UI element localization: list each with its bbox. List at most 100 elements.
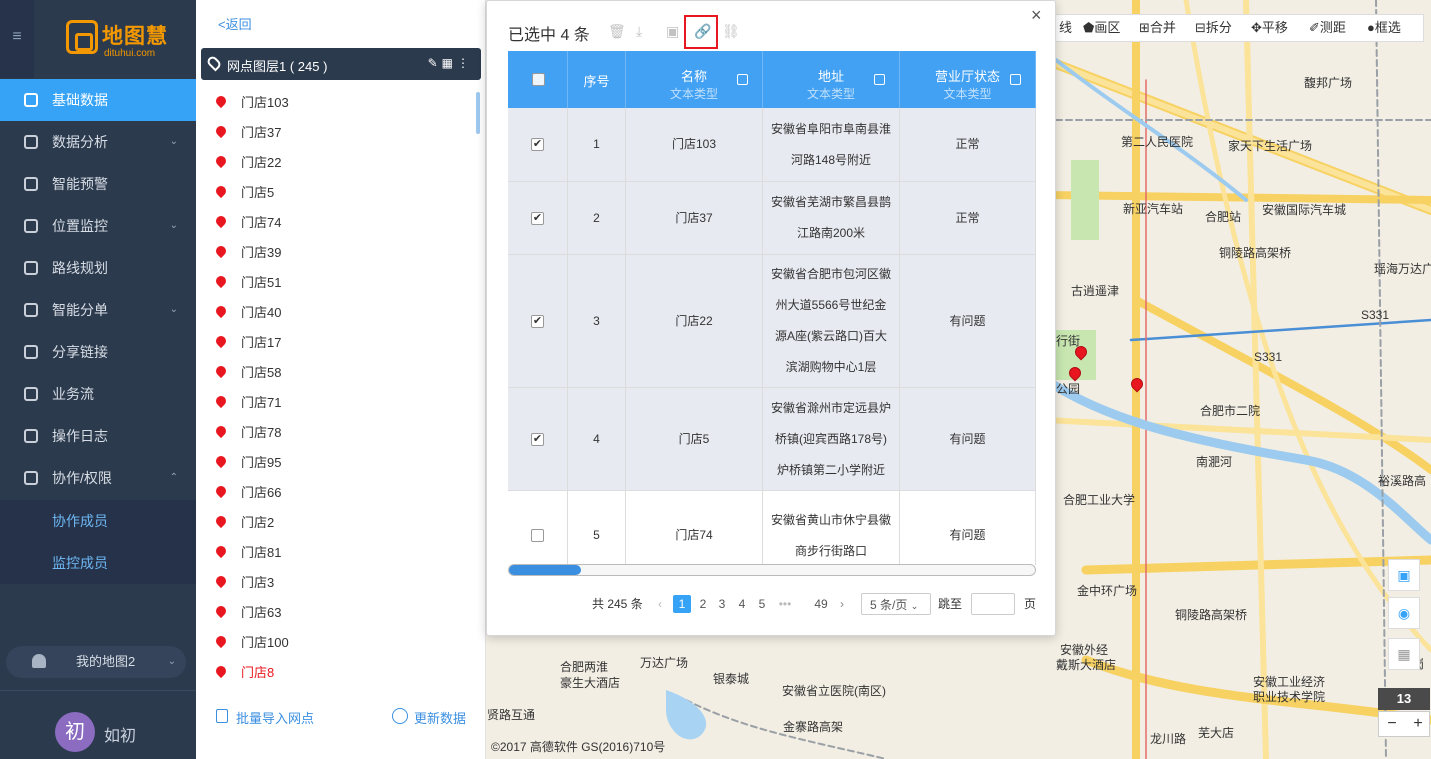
map-tool-label: 框选	[1374, 20, 1401, 35]
back-link[interactable]: <返回	[218, 14, 252, 33]
save-icon[interactable]: ▣	[1388, 559, 1420, 591]
map-tool-4[interactable]: ⊟拆分	[1195, 15, 1232, 41]
my-map-selector[interactable]: 我的地图2 ⌄	[6, 646, 186, 678]
nav-item-10[interactable]: 协作/权限 ⌃	[0, 457, 196, 499]
user-name[interactable]: 如初	[104, 722, 136, 746]
filter-icon[interactable]	[874, 74, 885, 85]
eye-icon[interactable]: ◉	[1388, 597, 1420, 629]
page-1[interactable]: 1	[673, 595, 691, 613]
list-item[interactable]: 门店100	[212, 628, 289, 658]
edit-icon[interactable]: ▣	[666, 23, 682, 41]
page-3[interactable]: 3	[713, 595, 731, 613]
store-name: 门店74	[241, 215, 282, 230]
list-item[interactable]: 门店58	[212, 358, 281, 388]
map-tool-7[interactable]: ●框选	[1367, 15, 1401, 41]
sub-item-2[interactable]: 监控成员	[0, 542, 196, 584]
cell-no: 3	[568, 255, 626, 387]
list-item[interactable]: 门店66	[212, 478, 281, 508]
hamburger-icon[interactable]: ≡	[0, 0, 34, 78]
list-item[interactable]: 门店51	[212, 268, 281, 298]
list-item[interactable]: 门店5	[212, 178, 274, 208]
row-checkbox[interactable]: ✔	[531, 314, 544, 328]
nav-item-6[interactable]: 智能分单 ⌄	[0, 289, 196, 331]
filter-icon[interactable]	[737, 74, 748, 85]
map-label: 银泰城	[713, 672, 750, 686]
table-row[interactable]: ✔ 2 门店37 安徽省芜湖市繁昌县鹊江路南200米 正常	[508, 182, 1036, 255]
jump-input[interactable]	[971, 593, 1015, 615]
nav-item-8[interactable]: 业务流	[0, 373, 196, 415]
row-checkbox[interactable]: ✔	[531, 138, 544, 151]
page-2[interactable]: 2	[694, 595, 712, 613]
select-all-checkbox[interactable]	[532, 73, 545, 86]
list-item[interactable]: 门店95	[212, 448, 281, 478]
map-label: 芜大店	[1198, 726, 1235, 740]
nav-item-7[interactable]: 分享链接	[0, 331, 196, 373]
map-tool-6[interactable]: ✐测距	[1309, 15, 1346, 41]
cell-addr: 安徽省黄山市休宁县徽商步行街路口	[763, 491, 900, 565]
zoom-out-button[interactable]: −	[1379, 712, 1405, 736]
table-row[interactable]: ✔ 4 门店5 安徽省滁州市定远县炉桥镇(迎宾西路178号)炉桥镇第二小学附近 有问题	[508, 388, 1036, 491]
table-header: 序号 名称 文本类型 地址 文本类型 营业厅状态 文本类型	[508, 51, 1036, 108]
style-icon[interactable]: ✎	[428, 56, 442, 70]
row-checkbox[interactable]: ✔	[531, 432, 544, 446]
location-pin-icon	[213, 243, 229, 259]
cell-no: 5	[568, 491, 626, 565]
horizontal-scrollbar[interactable]	[508, 564, 1036, 576]
map-tool-2[interactable]: ⬟画区	[1083, 15, 1120, 41]
sub-item-1[interactable]: 协作成员	[0, 500, 196, 542]
map-tool-3[interactable]: ⊞合并	[1139, 15, 1176, 41]
row-checkbox[interactable]: ✔	[531, 211, 544, 225]
map-tool-1[interactable]: 线	[1059, 15, 1072, 41]
list-scrollbar[interactable]	[476, 92, 480, 134]
table-row[interactable]: ✔ 3 门店22 安徽省合肥市包河区徽州大道5566号世纪金源A座(紫云路口)百大滨湖…	[508, 255, 1036, 388]
next-page-icon[interactable]: ›	[840, 593, 844, 615]
page-4[interactable]: 4	[733, 595, 751, 613]
nav-item-1[interactable]: 基础数据	[0, 79, 196, 121]
delete-icon[interactable]: 🗑	[608, 23, 626, 41]
map-label: S331	[1254, 350, 1283, 364]
list-item[interactable]: 门店39	[212, 238, 281, 268]
prev-page-icon[interactable]: ‹	[658, 593, 662, 615]
table-row[interactable]: ✔ 1 门店103 安徽省阜阳市阜南县淮河路148号附近 正常	[508, 108, 1036, 182]
list-item[interactable]: 门店2	[212, 508, 274, 538]
list-item[interactable]: 门店74	[212, 208, 281, 238]
store-list: 门店103 门店37 门店22 门店5 门店74 门店39 门店51 门店40 门店17 门店58…	[196, 88, 486, 688]
nav-item-5[interactable]: 路线规划	[0, 247, 196, 289]
filter-icon[interactable]	[1010, 74, 1021, 85]
list-item[interactable]: 门店78	[212, 418, 281, 448]
nav-item-3[interactable]: 智能预警	[0, 163, 196, 205]
row-checkbox[interactable]	[531, 529, 544, 542]
import-button[interactable]: 批量导入网点	[216, 708, 314, 727]
grid-icon[interactable]: ▦	[442, 56, 457, 70]
list-item[interactable]: 门店17	[212, 328, 281, 358]
list-item[interactable]: 门店63	[212, 598, 281, 628]
list-item[interactable]: 门店40	[212, 298, 281, 328]
page-size-select[interactable]: 5 条/页 ⌄	[861, 593, 931, 615]
update-button[interactable]: 更新数据	[392, 708, 466, 727]
list-item[interactable]: 门店81	[212, 538, 281, 568]
download-icon[interactable]: ⤓	[636, 23, 652, 41]
nav-item-4[interactable]: 位置监控 ⌄	[0, 205, 196, 247]
list-item[interactable]: 门店103	[212, 88, 289, 118]
scroll-thumb[interactable]	[509, 565, 581, 575]
table-row[interactable]: 5 门店74 安徽省黄山市休宁县徽商步行街路口 有问题	[508, 491, 1036, 565]
page-5[interactable]: 5	[753, 595, 771, 613]
layers-icon[interactable]: ▦	[1388, 638, 1420, 670]
page-7[interactable]: 49	[812, 595, 830, 613]
nav-item-2[interactable]: 数据分析 ⌄	[0, 121, 196, 163]
list-item[interactable]: 门店71	[212, 388, 281, 418]
unlink-icon[interactable]: ⛓	[722, 23, 740, 41]
zoom-in-button[interactable]: +	[1405, 712, 1431, 736]
nav-item-label: 协作/权限	[52, 470, 112, 486]
layer-tools: ✎▦⋮	[428, 56, 473, 70]
column-type: 文本类型	[669, 87, 718, 101]
close-icon[interactable]: ×	[1031, 5, 1042, 26]
list-item[interactable]: 门店8	[212, 658, 274, 688]
nav-item-9[interactable]: 操作日志	[0, 415, 196, 457]
list-item[interactable]: 门店22	[212, 148, 281, 178]
avatar[interactable]: 初	[55, 712, 95, 752]
map-tool-5[interactable]: ✥平移	[1251, 15, 1288, 41]
more-icon[interactable]: ⋮	[457, 56, 473, 70]
list-item[interactable]: 门店37	[212, 118, 281, 148]
list-item[interactable]: 门店3	[212, 568, 274, 598]
